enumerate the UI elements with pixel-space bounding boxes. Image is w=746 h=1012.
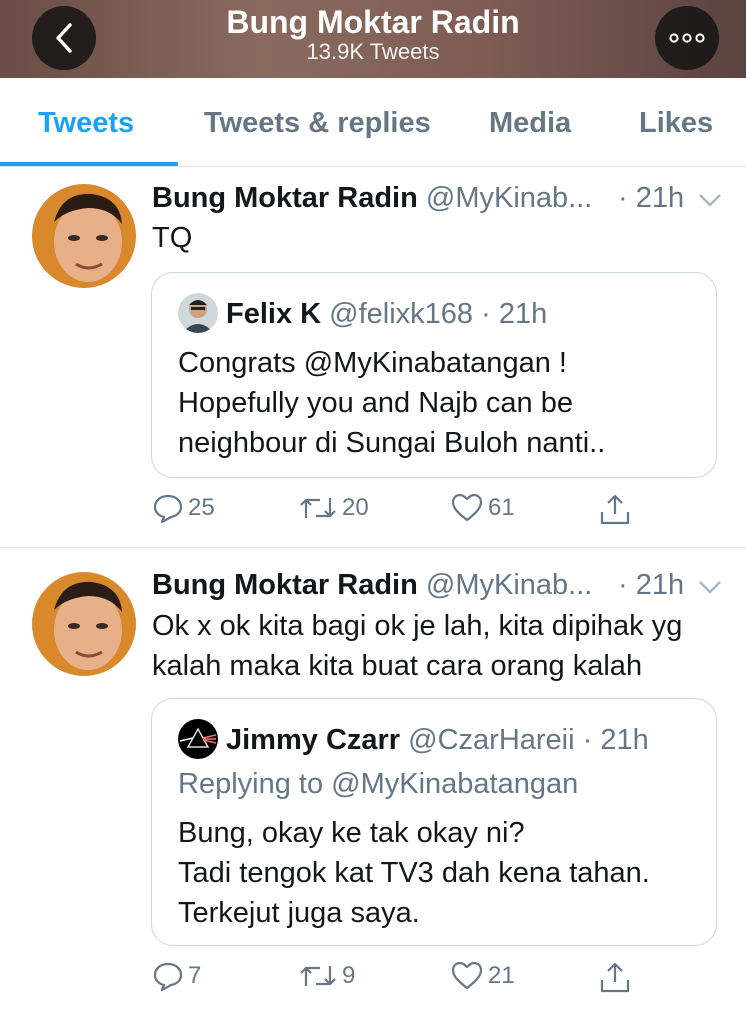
heart-icon xyxy=(451,493,483,522)
author-name: Bung Moktar Radin xyxy=(152,569,418,601)
quoted-text: Bung, okay ke tak okay ni? Tadi tengok k… xyxy=(178,817,650,929)
tweet-count: 13.9K Tweets xyxy=(306,39,440,64)
tweet-author[interactable]: Bung Moktar Radin @MyKinab... xyxy=(152,568,592,602)
chevron-down-icon[interactable] xyxy=(696,190,724,210)
quoted-header: Jimmy Czarr @CzarHareii · 21h xyxy=(226,723,649,757)
quoted-handle: @felixk168 · 21h xyxy=(329,298,548,330)
chevron-down-icon[interactable] xyxy=(696,577,724,597)
tweet-text: TQ xyxy=(152,222,193,254)
profile-header: Bung Moktar Radin 13.9K Tweets xyxy=(0,0,746,78)
retweet-button[interactable]: 20 xyxy=(298,492,369,524)
more-button[interactable] xyxy=(655,6,719,70)
tweet-actions: 7 9 21 xyxy=(0,960,746,1000)
active-tab-indicator xyxy=(0,162,178,166)
quoted-handle: @CzarHareii · 21h xyxy=(408,724,649,756)
quoted-tweet[interactable]: Jimmy Czarr @CzarHareii · 21h Replying t… xyxy=(151,698,717,946)
avatar[interactable] xyxy=(32,572,136,676)
retweet-count: 9 xyxy=(342,962,356,989)
tweet-actions: 25 20 61 xyxy=(0,492,746,532)
retweet-icon xyxy=(300,966,336,986)
divider xyxy=(0,547,746,548)
retweet-count: 20 xyxy=(342,494,369,521)
quoted-name: Jimmy Czarr xyxy=(226,724,401,756)
author-name: Bung Moktar Radin xyxy=(152,182,418,214)
quoted-tweet[interactable]: Felix K @felixk168 · 21h Congrats @MyKin… xyxy=(151,272,717,478)
reply-button[interactable]: 7 xyxy=(152,960,201,992)
author-handle: @MyKinab... xyxy=(425,569,593,601)
like-count: 21 xyxy=(488,962,515,989)
share-button[interactable] xyxy=(598,960,632,994)
profile-name-title: Bung Moktar Radin xyxy=(226,4,520,40)
quoted-name: Felix K xyxy=(226,298,322,330)
avatar[interactable] xyxy=(32,184,136,288)
like-count: 61 xyxy=(488,494,515,521)
quoted-header: Felix K @felixk168 · 21h xyxy=(226,297,547,331)
reply-count: 25 xyxy=(188,494,215,521)
replying-to[interactable]: Replying to @MyKinabatangan xyxy=(178,767,578,801)
heart-icon xyxy=(451,961,483,990)
tab-tweets[interactable]: Tweets xyxy=(38,106,134,140)
reply-icon xyxy=(153,494,183,524)
reply-button[interactable]: 25 xyxy=(152,492,215,524)
tab-media[interactable]: Media xyxy=(489,106,571,140)
reply-icon xyxy=(153,962,183,992)
share-icon xyxy=(600,962,630,993)
reply-count: 7 xyxy=(188,962,202,989)
retweet-button[interactable]: 9 xyxy=(298,960,355,992)
author-handle: @MyKinab... xyxy=(425,182,593,214)
tweet-time: · 21h xyxy=(618,569,685,601)
tab-tweets-and-replies[interactable]: Tweets & replies xyxy=(204,106,431,140)
share-button[interactable] xyxy=(598,492,632,526)
like-button[interactable]: 61 xyxy=(450,492,515,524)
share-icon xyxy=(600,494,630,525)
quoted-text: Congrats @MyKinabatangan ! Hopefully you… xyxy=(178,347,606,459)
quoted-avatar xyxy=(178,293,218,333)
tweet-text: Ok x ok kita bagi ok je lah, kita dipiha… xyxy=(152,610,683,682)
profile-tabs: Tweets Tweets & replies Media Likes xyxy=(0,78,746,167)
more-icon xyxy=(669,33,705,43)
tab-likes[interactable]: Likes xyxy=(639,106,713,140)
quoted-avatar xyxy=(178,719,218,759)
like-button[interactable]: 21 xyxy=(450,960,515,992)
retweet-icon xyxy=(300,498,336,518)
tweet-author[interactable]: Bung Moktar Radin @MyKinab... xyxy=(152,181,592,215)
tweet-time: · 21h xyxy=(618,182,685,214)
